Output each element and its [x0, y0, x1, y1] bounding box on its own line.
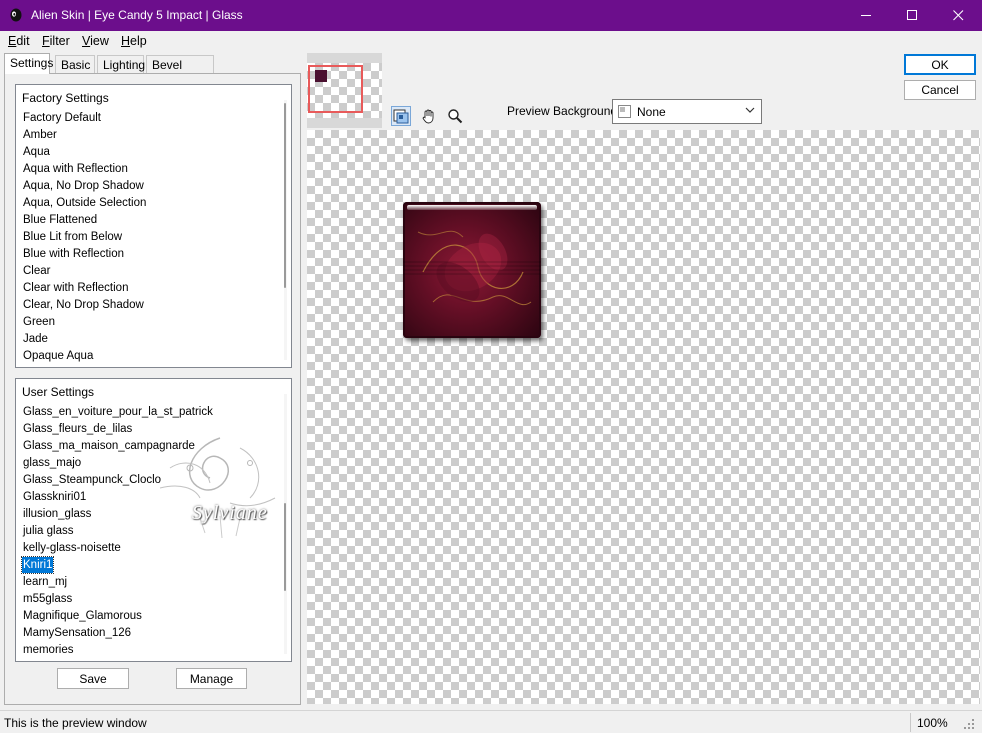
status-message: This is the preview window: [4, 716, 147, 730]
preview-background-value: None: [637, 105, 666, 119]
list-item[interactable]: m55glass: [22, 591, 73, 607]
list-item[interactable]: julia glass: [22, 523, 75, 539]
list-item[interactable]: Glass_Steampunck_Cloclo: [22, 472, 162, 488]
list-item[interactable]: learn_mj: [22, 574, 68, 590]
chevron-down-icon: [745, 107, 755, 113]
navigator-thumbnail[interactable]: [307, 53, 382, 128]
title-bar: Alien Skin | Eye Candy 5 Impact | Glass: [0, 0, 982, 31]
menu-bar: Edit Filter View Help: [0, 31, 982, 51]
hand-pan-icon: [422, 109, 434, 124]
factory-scroll-thumb[interactable]: [284, 103, 286, 288]
tab-bevel-profile[interactable]: Bevel Profile: [146, 55, 214, 86]
status-bar: This is the preview window 100%: [0, 710, 982, 733]
list-item[interactable]: MamySensation_126: [22, 625, 132, 641]
factory-settings-list[interactable]: Factory Settings Factory Default Amber A…: [15, 84, 292, 368]
list-item[interactable]: Factory Default: [22, 110, 102, 126]
tile-artwork: [403, 230, 541, 305]
list-item[interactable]: Glass_en_voiture_pour_la_st_patrick: [22, 404, 214, 420]
list-item[interactable]: Glass_fleurs_de_lilas: [22, 421, 133, 437]
resize-grip-icon[interactable]: [962, 717, 976, 731]
tab-basic[interactable]: Basic: [55, 55, 95, 74]
list-item[interactable]: Jade: [22, 331, 49, 347]
zoom-button[interactable]: [445, 106, 465, 126]
zoom-magnifier-icon: [448, 109, 463, 124]
list-item[interactable]: glass_majo: [22, 455, 82, 471]
list-item[interactable]: Opaque Aqua: [22, 348, 94, 364]
user-scroll-thumb[interactable]: [284, 503, 286, 591]
menu-help[interactable]: Help: [121, 34, 147, 48]
preview-background-label: Preview Background:: [507, 104, 621, 118]
list-item[interactable]: Aqua, Outside Selection: [22, 195, 147, 211]
list-item[interactable]: Magnifique_Glamorous: [22, 608, 143, 624]
color-swatch-icon: [618, 105, 631, 118]
list-item[interactable]: Aqua, No Drop Shadow: [22, 178, 145, 194]
ok-button[interactable]: OK: [904, 54, 976, 75]
preview-toggle-icon: [393, 109, 409, 124]
menu-view[interactable]: View: [82, 34, 109, 48]
list-item[interactable]: Blue Lit from Below: [22, 229, 123, 245]
menu-edit[interactable]: Edit: [8, 34, 30, 48]
list-item[interactable]: Clear with Reflection: [22, 280, 129, 296]
preview-background-select[interactable]: None: [612, 99, 762, 124]
list-item[interactable]: Glass_ma_maison_campagnarde: [22, 438, 196, 454]
navigator-view-frame[interactable]: [308, 65, 363, 113]
list-item[interactable]: Aqua: [22, 144, 51, 160]
list-item[interactable]: Aqua with Reflection: [22, 161, 129, 177]
list-item[interactable]: Blue with Reflection: [22, 246, 125, 262]
list-item-selected[interactable]: Kniri1: [20, 556, 55, 574]
manage-button[interactable]: Manage: [176, 668, 247, 689]
maximize-icon: [906, 10, 917, 20]
list-item[interactable]: Clear: [22, 263, 51, 279]
menu-filter[interactable]: Filter: [42, 34, 70, 48]
cancel-button[interactable]: Cancel: [904, 80, 976, 100]
minimize-button[interactable]: [843, 0, 889, 31]
save-button[interactable]: Save: [57, 668, 129, 689]
list-item[interactable]: Clear, No Drop Shadow: [22, 297, 145, 313]
tab-lighting[interactable]: Lighting: [97, 55, 145, 74]
close-button[interactable]: [935, 0, 981, 31]
list-item[interactable]: Amber: [22, 127, 58, 143]
hand-pan-button[interactable]: [419, 106, 439, 126]
list-item[interactable]: Blue Flattened: [22, 212, 98, 228]
glass-effect-preview-image: [403, 202, 541, 338]
factory-settings-header: Factory Settings: [22, 91, 109, 105]
list-item[interactable]: kelly-glass-noisette: [22, 540, 122, 556]
maximize-button[interactable]: [889, 0, 935, 31]
user-settings-header: User Settings: [22, 385, 95, 399]
list-item[interactable]: memories: [22, 642, 74, 658]
tab-settings[interactable]: Settings: [4, 53, 53, 74]
watermark-text: Sylviane: [192, 502, 268, 524]
zoom-level: 100%: [917, 716, 948, 730]
window-title: Alien Skin | Eye Candy 5 Impact | Glass: [31, 8, 243, 22]
close-icon: [952, 10, 963, 21]
list-item[interactable]: Green: [22, 314, 56, 330]
status-separator: [910, 713, 911, 732]
alien-skin-logo-icon: [10, 8, 22, 22]
preview-toggle-button[interactable]: [391, 106, 411, 126]
glass-highlight: [407, 205, 537, 210]
list-item[interactable]: illusion_glass: [22, 506, 92, 522]
list-item[interactable]: Glasskniri01: [22, 489, 87, 505]
minimize-icon: [860, 15, 871, 16]
